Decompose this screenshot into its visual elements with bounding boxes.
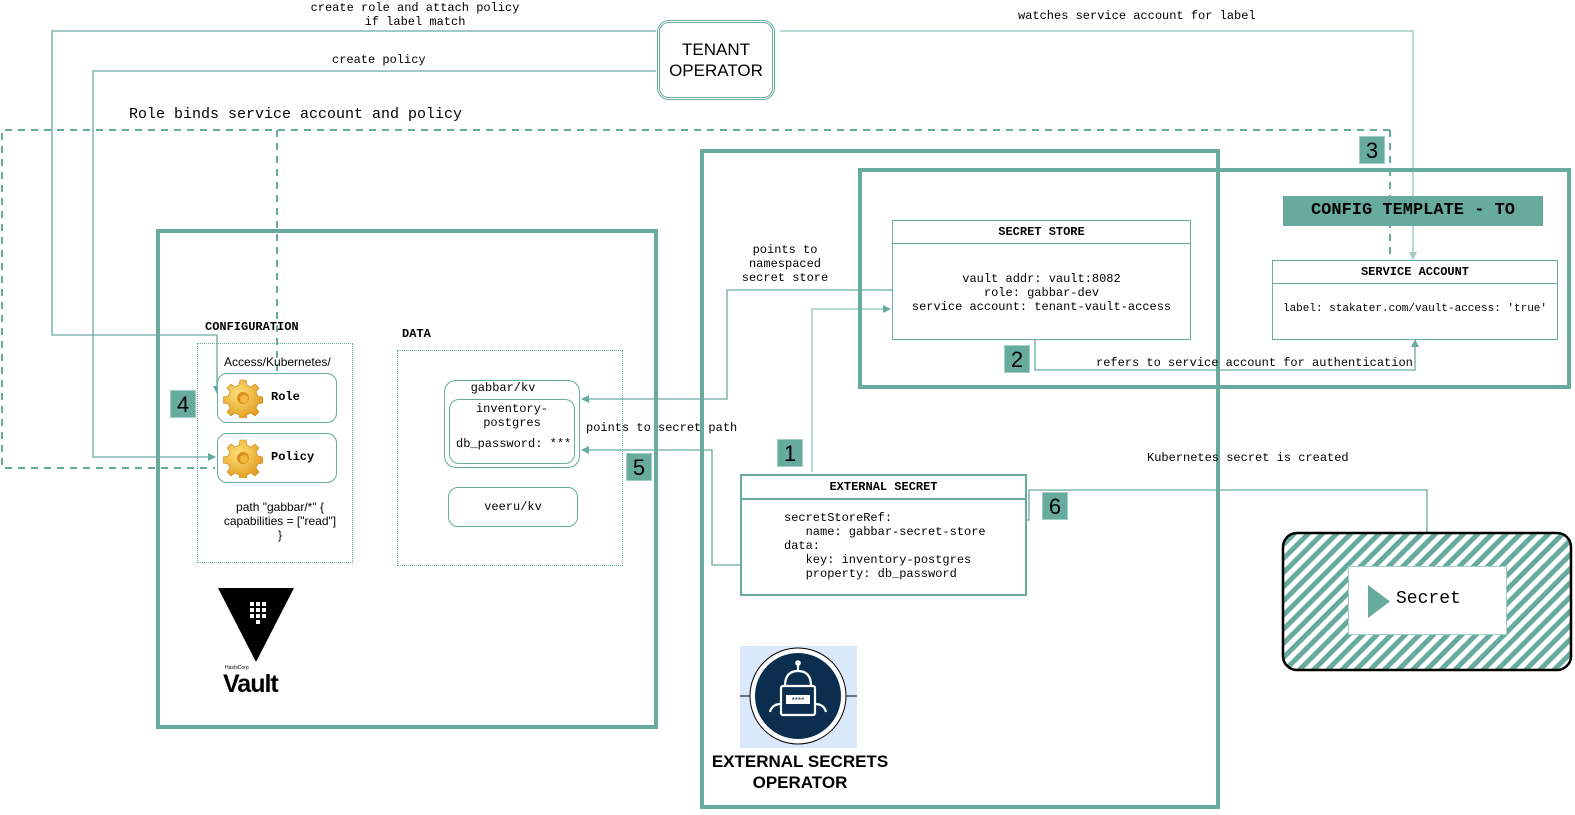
config-template-title: CONFIG TEMPLATE - TO: [1283, 196, 1543, 226]
tenant-operator-label: TENANT OPERATOR: [669, 40, 763, 80]
data-title: DATA: [402, 327, 431, 341]
eso-logo: ****: [740, 646, 857, 748]
policy-text: path "gabbar/*" { capabilities = ["read"…: [223, 500, 337, 542]
k8s-secret-label: Secret: [1396, 589, 1461, 609]
kv-secret-inventory-postgres[interactable]: inventory- postgres db_password: ***: [449, 399, 575, 464]
policy-label: Policy: [271, 450, 315, 464]
label-k8s-secret-created: Kubernetes secret is created: [1147, 451, 1349, 465]
role-label: Role: [271, 390, 300, 404]
gear-icon: [223, 439, 263, 478]
eso-label: EXTERNAL SECRETS OPERATOR: [711, 752, 889, 792]
kv-secret-field: db_password: ***: [456, 437, 572, 451]
role-node[interactable]: Role: [217, 373, 337, 423]
label-create-policy: create policy: [332, 53, 426, 67]
service-account-label: label: stakater.com/vault-access: 'true': [1282, 303, 1548, 315]
vault-logo-text: Vault: [223, 670, 279, 698]
tenant-operator-node[interactable]: TENANT OPERATOR: [657, 20, 775, 100]
secret-store-node[interactable]: SECRET STORE vault addr: vault:8082 role…: [892, 220, 1191, 340]
configuration-title: CONFIGURATION: [205, 320, 299, 334]
kv-veeru-name: veeru/kv: [484, 500, 542, 514]
config-path: Access/Kubernetes/: [224, 355, 331, 369]
policy-node[interactable]: Policy: [217, 433, 337, 483]
vault-triangle-icon: [218, 588, 294, 662]
robot-badge-text: ****: [792, 696, 804, 705]
label-create-role: create role and attach policy if label m…: [310, 1, 520, 29]
k8s-secret-node[interactable]: Secret: [1348, 566, 1507, 635]
label-points-to-secret-path: points to secret path: [586, 421, 738, 435]
service-account-title: SERVICE ACCOUNT: [1273, 261, 1557, 284]
secret-store-title: SECRET STORE: [893, 221, 1190, 244]
external-secret-title: EXTERNAL SECRET: [742, 476, 1025, 500]
service-account-node[interactable]: SERVICE ACCOUNT label: stakater.com/vaul…: [1272, 260, 1558, 340]
step-badge-2: 2: [1004, 345, 1030, 373]
step-badge-1: 1: [777, 439, 803, 467]
step-badge-4: 4: [170, 390, 196, 418]
label-role-binds: Role binds service account and policy: [129, 106, 463, 123]
label-refers-sa: refers to service account for authentica…: [1096, 356, 1413, 370]
hashicorp-vault-logo: HashiCorp Vault: [215, 586, 300, 706]
label-watches-sa: watches service account for label: [1018, 9, 1256, 23]
step-badge-5: 5: [626, 453, 652, 481]
step-badge-3: 3: [1359, 136, 1385, 164]
play-triangle-icon: [1368, 585, 1390, 618]
kv-veeru-node[interactable]: veeru/kv: [448, 487, 578, 527]
robot-icon: ****: [740, 647, 857, 745]
kv-gabbar-name: gabbar/kv: [470, 381, 536, 395]
step-badge-6: 6: [1042, 492, 1068, 520]
label-points-to-store: points to namespaced secret store: [735, 243, 835, 285]
kv-secret-name: inventory- postgres: [475, 402, 548, 430]
external-secret-body: secretStoreRef: name: gabbar-secret-stor…: [784, 511, 986, 581]
secret-store-body: vault addr: vault:8082 role: gabbar-dev …: [911, 272, 1172, 314]
external-secret-node[interactable]: EXTERNAL SECRET secretStoreRef: name: ga…: [740, 474, 1027, 596]
kv-gabbar-node[interactable]: gabbar/kv inventory- postgres db_passwor…: [444, 380, 580, 468]
gear-icon: [223, 379, 263, 418]
